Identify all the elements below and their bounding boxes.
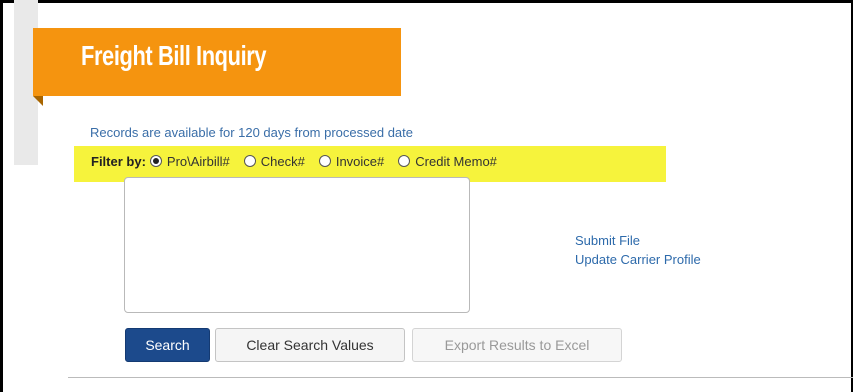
- clear-search-values-button[interactable]: Clear Search Values: [215, 328, 405, 362]
- search-button[interactable]: Search: [125, 328, 210, 362]
- radio-check[interactable]: Check#: [243, 153, 305, 169]
- availability-note: Records are available for 120 days from …: [90, 125, 414, 140]
- radio-selected-icon[interactable]: [149, 155, 162, 167]
- filter-by-group: Filter by: Pro\Airbill# Check# Invoice# …: [91, 151, 511, 171]
- submit-file-link[interactable]: Submit File: [575, 231, 701, 250]
- filter-by-label: Filter by:: [91, 153, 146, 169]
- search-values-textarea[interactable]: [124, 177, 470, 313]
- radio-label: Check#: [260, 153, 305, 169]
- radio-empty-icon[interactable]: [398, 155, 411, 167]
- radio-empty-icon[interactable]: [318, 155, 331, 167]
- radio-invoice[interactable]: Invoice#: [318, 153, 385, 169]
- page-title: Freight Bill Inquiry: [81, 40, 267, 71]
- radio-label: Pro\Airbill#: [166, 153, 230, 169]
- radio-empty-icon[interactable]: [243, 155, 256, 167]
- radio-label: Credit Memo#: [415, 153, 497, 169]
- export-results-button[interactable]: Export Results to Excel: [412, 328, 622, 362]
- banner-fold: [33, 96, 43, 106]
- radio-label: Invoice#: [335, 153, 385, 169]
- side-links: Submit File Update Carrier Profile: [575, 231, 701, 269]
- radio-credit-memo[interactable]: Credit Memo#: [398, 154, 497, 169]
- bottom-divider: [68, 377, 853, 378]
- update-carrier-profile-link[interactable]: Update Carrier Profile: [575, 250, 701, 269]
- radio-pro-airbill[interactable]: Pro\Airbill#: [149, 153, 230, 169]
